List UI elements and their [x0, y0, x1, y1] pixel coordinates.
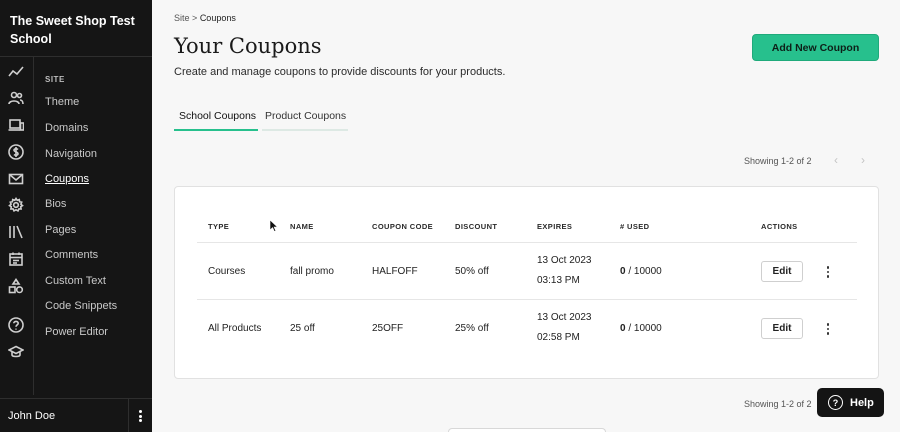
mail-icon[interactable] — [7, 170, 25, 188]
sidebar-item-domains[interactable]: Domains — [45, 122, 88, 134]
library-icon[interactable] — [7, 223, 25, 241]
coupon-expires-date: 13 Oct 2023 — [537, 312, 592, 323]
sidebar: The Sweet Shop Test School SITE Theme Do… — [0, 0, 152, 432]
coupons-table: TYPE NAME COUPON CODE DISCOUNT EXPIRES #… — [174, 186, 879, 379]
user-bar: John Doe — [0, 398, 152, 432]
analytics-icon[interactable] — [7, 63, 25, 81]
column-header-name: NAME — [290, 222, 314, 231]
tab-product-coupons[interactable]: Product Coupons — [262, 110, 348, 131]
sidebar-item-navigation[interactable]: Navigation — [45, 148, 97, 160]
sidebar-section-label: SITE — [45, 75, 65, 84]
help-icon: ? — [828, 395, 843, 410]
devices-icon[interactable] — [7, 116, 25, 134]
page-subtitle: Create and manage coupons to provide dis… — [174, 66, 506, 78]
pagination-next-icon[interactable]: › — [861, 153, 865, 167]
coupon-discount: 50% off — [455, 266, 489, 277]
gear-icon[interactable] — [7, 196, 25, 214]
column-header-type: TYPE — [208, 222, 230, 231]
help-button-label: Help — [850, 396, 874, 409]
footer-panel — [448, 428, 606, 432]
table-divider — [197, 299, 857, 300]
coupon-code: HALFOFF — [372, 266, 418, 277]
sidebar-item-coupons[interactable]: Coupons — [45, 173, 89, 185]
breadcrumb: Site > Coupons — [174, 13, 236, 23]
breadcrumb-site[interactable]: Site — [174, 13, 190, 23]
table-divider — [197, 242, 857, 243]
breadcrumb-separator: > — [192, 13, 198, 23]
mouse-cursor-icon — [270, 220, 279, 232]
coupon-name: 25 off — [290, 323, 315, 334]
coupon-discount: 25% off — [455, 323, 489, 334]
user-name[interactable]: John Doe — [8, 410, 55, 422]
calendar-icon[interactable] — [7, 250, 25, 268]
pagination-summary-top: Showing 1-2 of 2 — [744, 156, 812, 166]
sidebar-item-theme[interactable]: Theme — [45, 96, 79, 108]
row-actions-more-icon[interactable] — [824, 266, 832, 278]
coupon-type: Courses — [208, 266, 246, 277]
shapes-icon[interactable] — [7, 277, 25, 295]
add-new-coupon-button[interactable]: Add New Coupon — [752, 34, 879, 61]
coupon-usage: 0 / 10000 — [620, 263, 662, 280]
sidebar-item-code-snippets[interactable]: Code Snippets — [45, 300, 117, 312]
column-header-used: # USED — [620, 222, 650, 231]
help-button[interactable]: ? Help — [817, 388, 884, 417]
coupon-usage-limit: / 10000 — [625, 266, 662, 277]
help-circle-icon[interactable] — [7, 316, 25, 334]
column-header-discount: DISCOUNT — [455, 222, 498, 231]
users-icon[interactable] — [7, 89, 25, 107]
edit-coupon-button[interactable]: Edit — [761, 318, 803, 339]
sidebar-icon-rail — [0, 57, 34, 395]
column-header-actions: ACTIONS — [761, 222, 798, 231]
sidebar-item-bios[interactable]: Bios — [45, 198, 66, 210]
graduation-cap-icon[interactable] — [7, 343, 25, 361]
sidebar-item-pages[interactable]: Pages — [45, 224, 76, 236]
tab-school-coupons[interactable]: School Coupons — [174, 110, 258, 131]
sidebar-item-power-editor[interactable]: Power Editor — [45, 326, 108, 338]
breadcrumb-current: Coupons — [199, 13, 236, 23]
column-header-coupon-code: COUPON CODE — [372, 222, 434, 231]
pagination-prev-icon[interactable]: ‹ — [834, 153, 838, 167]
sidebar-item-comments[interactable]: Comments — [45, 249, 98, 261]
edit-coupon-button[interactable]: Edit — [761, 261, 803, 282]
school-name[interactable]: The Sweet Shop Test School — [10, 12, 145, 48]
coupon-expires-time: 02:58 PM — [537, 332, 580, 343]
coupon-usage: 0 / 10000 — [620, 320, 662, 337]
coupon-expires-time: 03:13 PM — [537, 275, 580, 286]
sidebar-item-custom-text[interactable]: Custom Text — [45, 275, 106, 287]
user-menu-icon[interactable] — [133, 408, 147, 424]
column-header-expires: EXPIRES — [537, 222, 573, 231]
coupon-name: fall promo — [290, 266, 334, 277]
row-actions-more-icon[interactable] — [824, 323, 832, 335]
coupon-expires-date: 13 Oct 2023 — [537, 255, 592, 266]
coupon-type: All Products — [208, 323, 262, 334]
dollar-icon[interactable] — [7, 143, 25, 161]
coupon-usage-limit: / 10000 — [625, 323, 662, 334]
page-title: Your Coupons — [174, 34, 322, 58]
user-bar-divider — [128, 399, 129, 432]
coupon-code: 25OFF — [372, 323, 404, 334]
pagination-summary-bottom: Showing 1-2 of 2 — [744, 399, 812, 409]
